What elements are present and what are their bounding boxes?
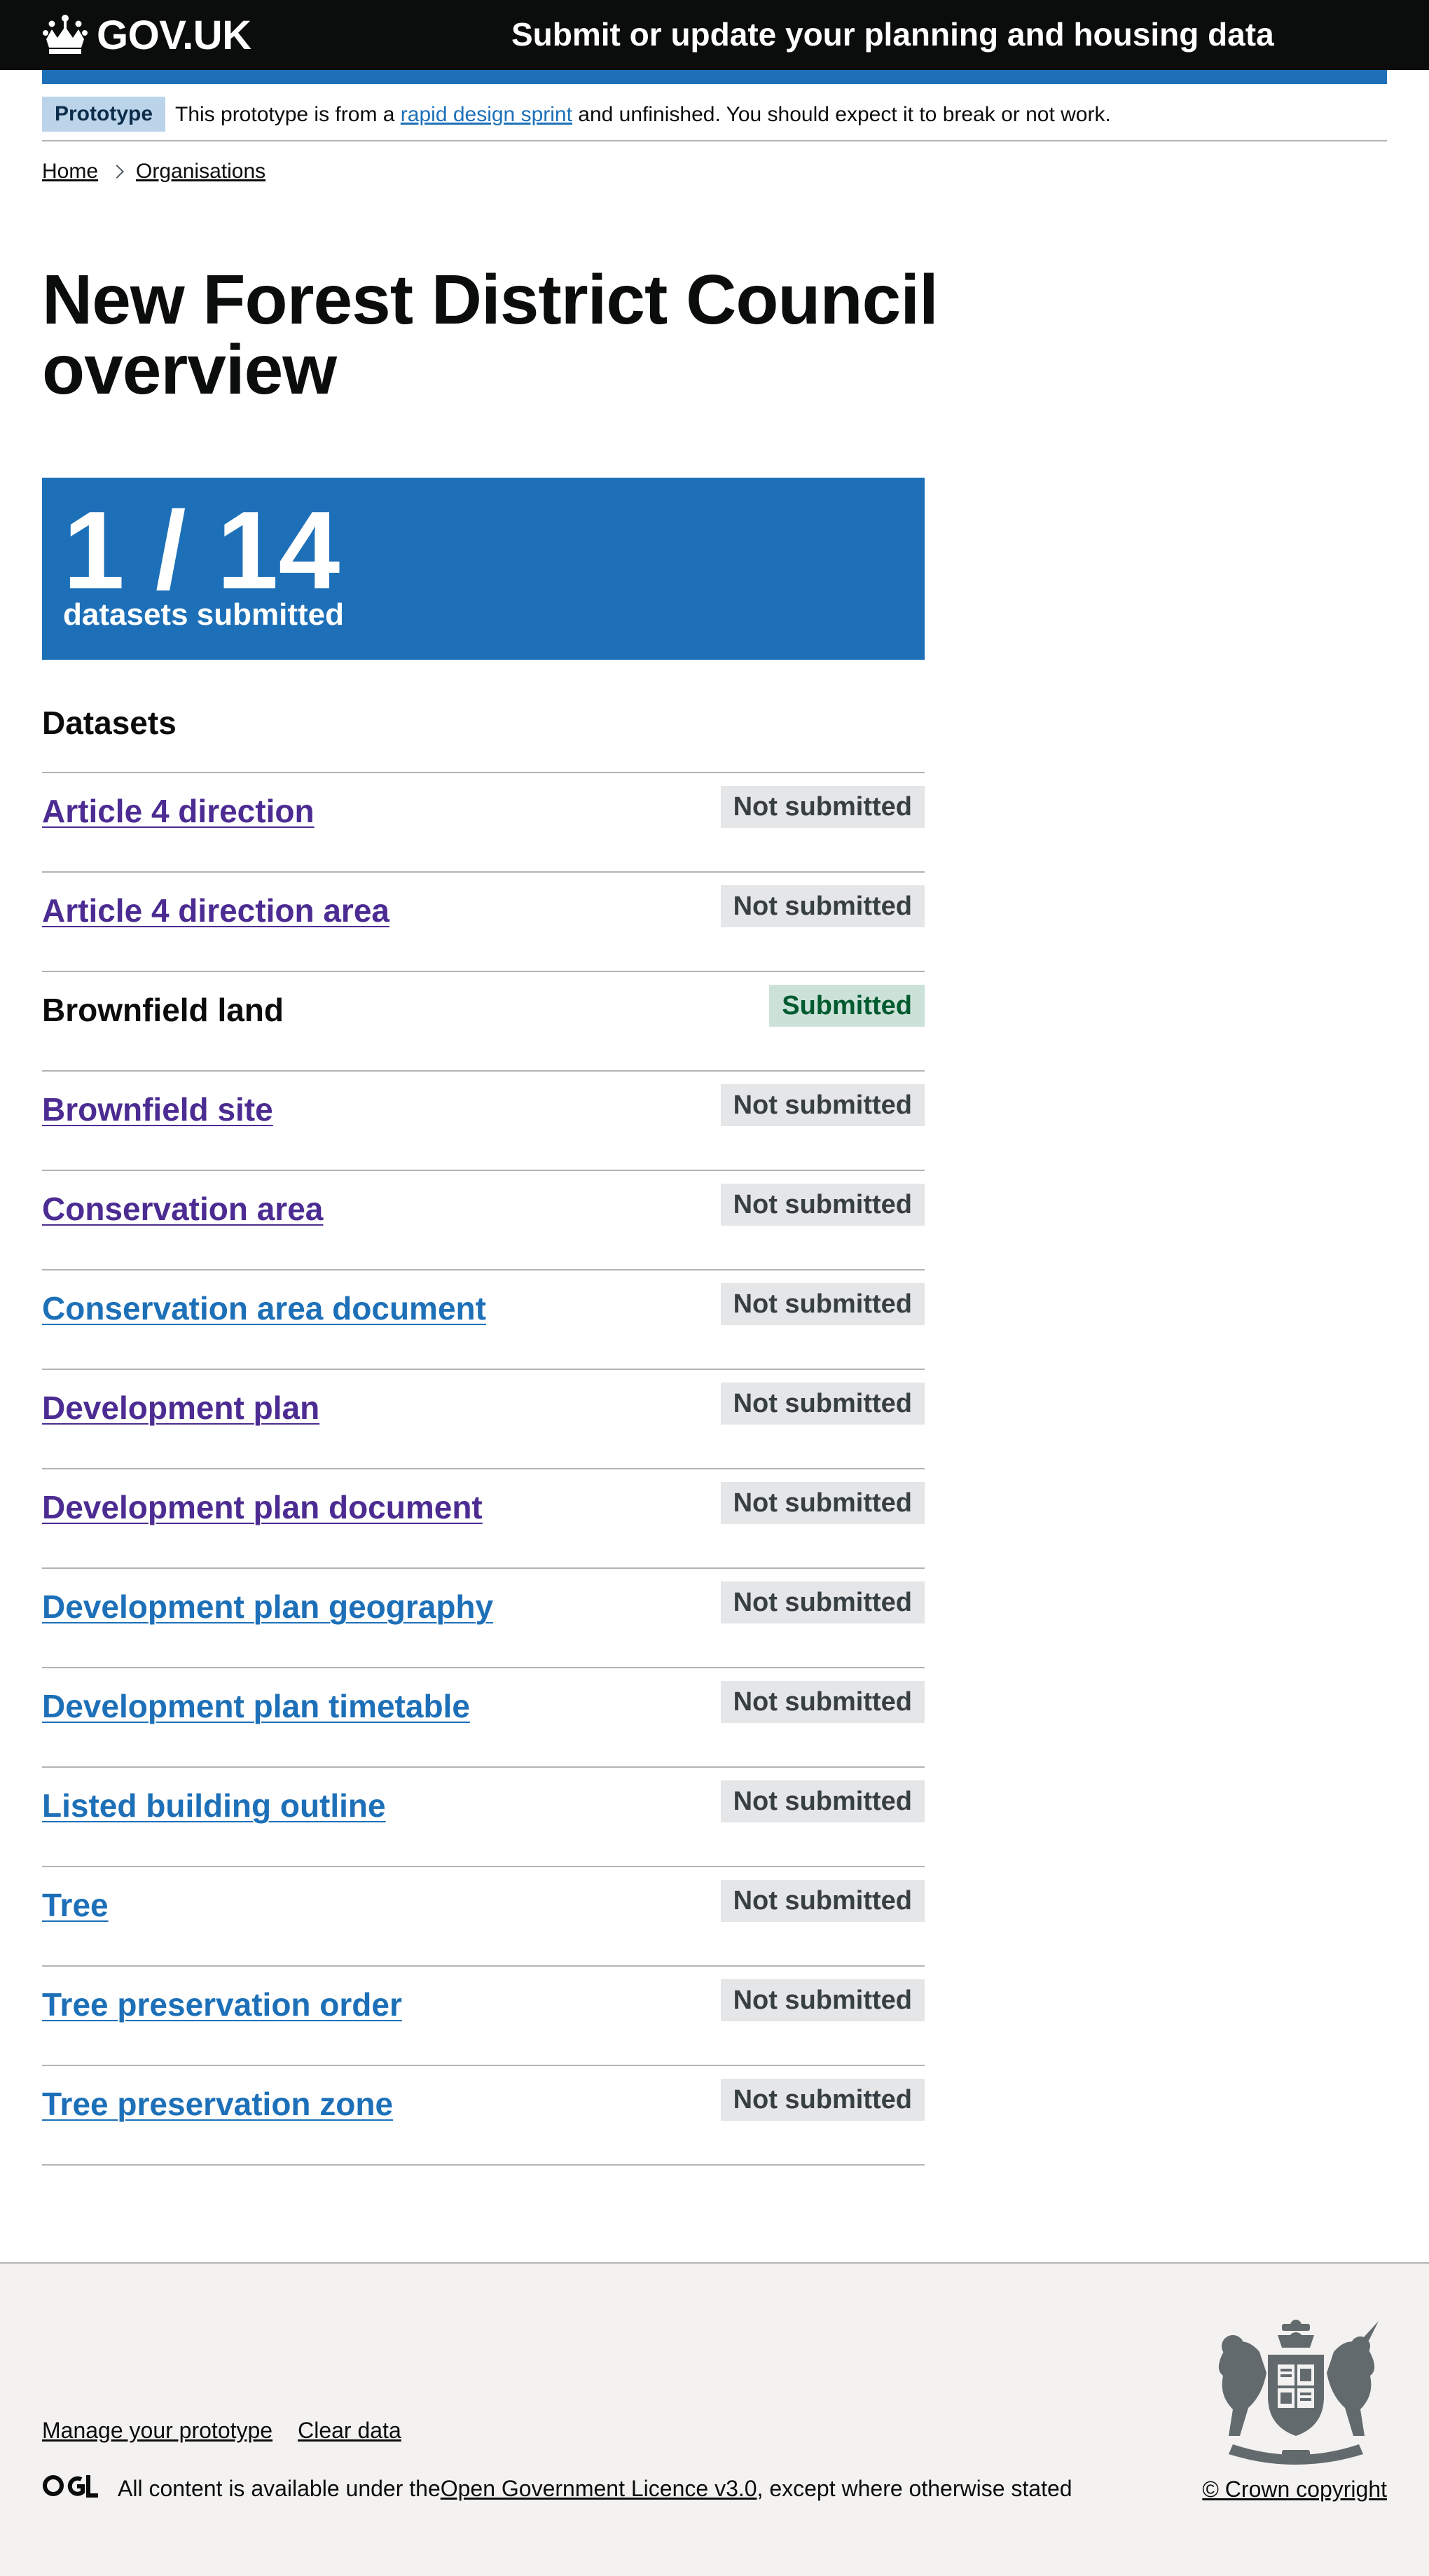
submission-count: 1 / 14 — [63, 489, 340, 612]
service-name-link[interactable]: Submit or update your planning and housi… — [511, 15, 1274, 53]
licence-text-after: , except where otherwise stated — [757, 2475, 1072, 2501]
status-badge: Not submitted — [720, 1283, 925, 1325]
status-badge: Not submitted — [720, 2079, 925, 2121]
dataset-list: Article 4 direction Not submitted Articl… — [42, 772, 925, 2166]
footer-links: Manage your prototype Clear data — [42, 2418, 401, 2444]
dataset-row: Tree Not submitted — [42, 1867, 925, 1967]
licence-statement: All content is available under the Open … — [42, 2474, 1072, 2503]
dataset-link-tree-preservation-zone[interactable]: Tree preservation zone — [42, 2082, 393, 2126]
dataset-link-tree-preservation-order[interactable]: Tree preservation order — [42, 1982, 402, 2027]
dataset-row: Development plan geography Not submitted — [42, 1569, 925, 1668]
status-badge: Not submitted — [720, 1780, 925, 1822]
breadcrumb-organisations-link[interactable]: Organisations — [136, 160, 265, 183]
status-badge: Submitted — [769, 985, 925, 1027]
datasets-heading: Datasets — [42, 705, 177, 741]
status-badge: Not submitted — [720, 885, 925, 927]
status-badge: Not submitted — [720, 1581, 925, 1623]
status-badge: Not submitted — [720, 1681, 925, 1723]
dataset-link-conservation-area-document[interactable]: Conservation area document — [42, 1286, 486, 1331]
rapid-design-sprint-link[interactable]: rapid design sprint — [401, 103, 572, 126]
dataset-row: Conservation area document Not submitted — [42, 1270, 925, 1370]
manage-prototype-link[interactable]: Manage your prototype — [42, 2418, 272, 2444]
open-government-licence-link[interactable]: Open Government Licence v3.0 — [441, 2476, 757, 2502]
licence-text-before: All content is available under the — [118, 2475, 441, 2501]
breadcrumb-home-link[interactable]: Home — [42, 160, 98, 183]
dataset-row: Brownfield site Not submitted — [42, 1072, 925, 1171]
crown-copyright-link[interactable]: © Crown copyright — [1202, 2477, 1387, 2502]
phase-banner: Prototype This prototype is from a rapid… — [42, 91, 1387, 141]
dataset-link-development-plan[interactable]: Development plan — [42, 1385, 319, 1430]
dataset-row: Conservation area Not submitted — [42, 1171, 925, 1270]
breadcrumb: Home Organisations — [42, 160, 265, 183]
dataset-name-brownfield-land: Brownfield land — [42, 992, 284, 1028]
dataset-link-listed-building-outline[interactable]: Listed building outline — [42, 1783, 386, 1828]
dataset-link-article-4-direction[interactable]: Article 4 direction — [42, 789, 315, 833]
dataset-link-development-plan-document[interactable]: Development plan document — [42, 1485, 483, 1530]
page-title: New Forest District Council overview — [42, 261, 939, 409]
chevron-right-icon — [110, 165, 124, 179]
header-blue-bar — [42, 70, 1387, 84]
dataset-row: Development plan timetable Not submitted — [42, 1668, 925, 1768]
status-badge: Not submitted — [720, 1383, 925, 1425]
dataset-link-conservation-area[interactable]: Conservation area — [42, 1186, 323, 1231]
dataset-row: Tree preservation zone Not submitted — [42, 2066, 925, 2166]
dataset-row: Article 4 direction area Not submitted — [42, 873, 925, 972]
dataset-row: Article 4 direction Not submitted — [42, 773, 925, 873]
dataset-link-tree[interactable]: Tree — [42, 1883, 109, 1927]
dataset-row: Brownfield land Submitted — [42, 972, 925, 1072]
site-header: GOV.UK Submit or update your planning an… — [0, 0, 1429, 70]
status-badge: Not submitted — [720, 1184, 925, 1226]
dataset-link-development-plan-timetable[interactable]: Development plan timetable — [42, 1684, 470, 1729]
status-badge: Not submitted — [720, 1979, 925, 2021]
submission-summary-panel: 1 / 14 datasets submitted — [42, 478, 925, 660]
status-badge: Not submitted — [720, 786, 925, 828]
clear-data-link[interactable]: Clear data — [298, 2418, 401, 2444]
submission-count-label: datasets submitted — [63, 597, 344, 632]
phase-text-after: and unfinished. You should expect it to … — [572, 103, 1111, 126]
royal-coat-of-arms — [1205, 2320, 1387, 2470]
dataset-link-brownfield-site[interactable]: Brownfield site — [42, 1087, 273, 1132]
ogl-logo — [42, 2474, 118, 2503]
dataset-link-development-plan-geography[interactable]: Development plan geography — [42, 1584, 493, 1629]
dataset-row: Development plan document Not submitted — [42, 1469, 925, 1569]
status-badge: Not submitted — [720, 1084, 925, 1126]
logo-text: GOV.UK — [97, 12, 251, 58]
phase-text-before: This prototype is from a — [175, 103, 401, 126]
phase-banner-text: This prototype is from a rapid design sp… — [175, 99, 1111, 130]
dataset-row: Tree preservation order Not submitted — [42, 1967, 925, 2066]
status-badge: Not submitted — [720, 1482, 925, 1524]
dataset-link-article-4-direction-area[interactable]: Article 4 direction area — [42, 888, 389, 933]
status-badge: Not submitted — [720, 1880, 925, 1922]
crown-icon — [42, 14, 88, 56]
dataset-row: Development plan Not submitted — [42, 1370, 925, 1469]
phase-tag: Prototype — [42, 97, 166, 132]
site-footer: Manage your prototype Clear data All con… — [0, 2262, 1429, 2576]
govuk-logo-link[interactable]: GOV.UK — [42, 8, 251, 62]
dataset-row: Listed building outline Not submitted — [42, 1768, 925, 1867]
